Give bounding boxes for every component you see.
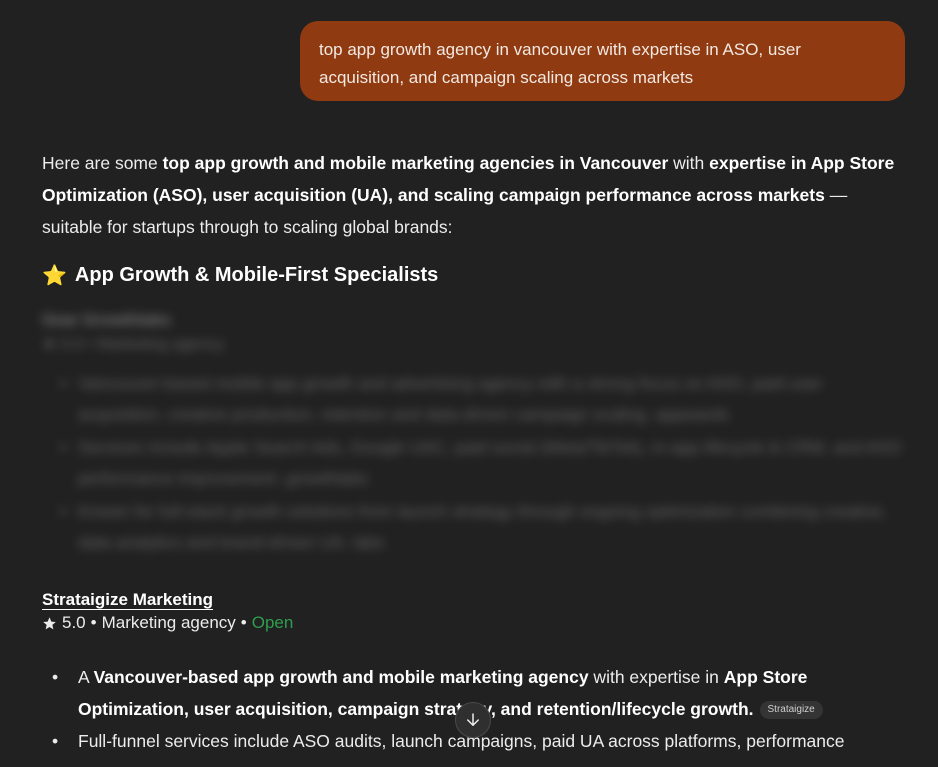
business-meta: 5.0 • Marketing agency • Open: [42, 613, 293, 633]
business-card: Strataigize Marketing 5.0 • Marketing ag…: [42, 590, 293, 633]
open-status: Open: [251, 613, 294, 632]
meta-separator: •: [240, 613, 247, 632]
list-item: Services include Apple Search Ads, Googl…: [78, 432, 902, 494]
business-name-link[interactable]: Strataigize Marketing: [42, 590, 293, 610]
section-heading-text: App Growth & Mobile-First Specialists: [74, 264, 439, 286]
rating-value: 5.0: [62, 613, 86, 632]
list-item: Known for full-stack growth solutions fr…: [78, 496, 902, 558]
user-message-bubble: top app growth agency in vancouver with …: [300, 21, 905, 101]
scroll-down-button[interactable]: [455, 702, 491, 738]
source-chip[interactable]: Strataigize: [759, 701, 823, 720]
blurred-entry: Gear Growthlabs ★ 5.0 • Marketing agency…: [42, 312, 902, 558]
section-heading: ⭐ App Growth & Mobile-First Specialists: [42, 263, 902, 288]
arrow-down-icon: [467, 713, 479, 726]
blurred-entry-bullets: Vancouver-based mobile app growth and ad…: [42, 368, 902, 558]
meta-separator: •: [90, 613, 97, 632]
blurred-entry-subtitle: ★ 5.0 • Marketing agency: [42, 336, 224, 353]
answer-intro: Here are some top app growth and mobile …: [42, 153, 895, 237]
business-category: Marketing agency: [101, 613, 236, 632]
list-item: Vancouver-based mobile app growth and ad…: [78, 368, 902, 430]
assistant-answer: Here are some top app growth and mobile …: [42, 147, 902, 560]
blurred-entry-title: Gear Growthlabs: [42, 312, 171, 329]
star-emoji-icon: ⭐: [42, 265, 67, 287]
user-message-text: top app growth agency in vancouver with …: [319, 40, 801, 87]
star-icon: [43, 616, 56, 629]
